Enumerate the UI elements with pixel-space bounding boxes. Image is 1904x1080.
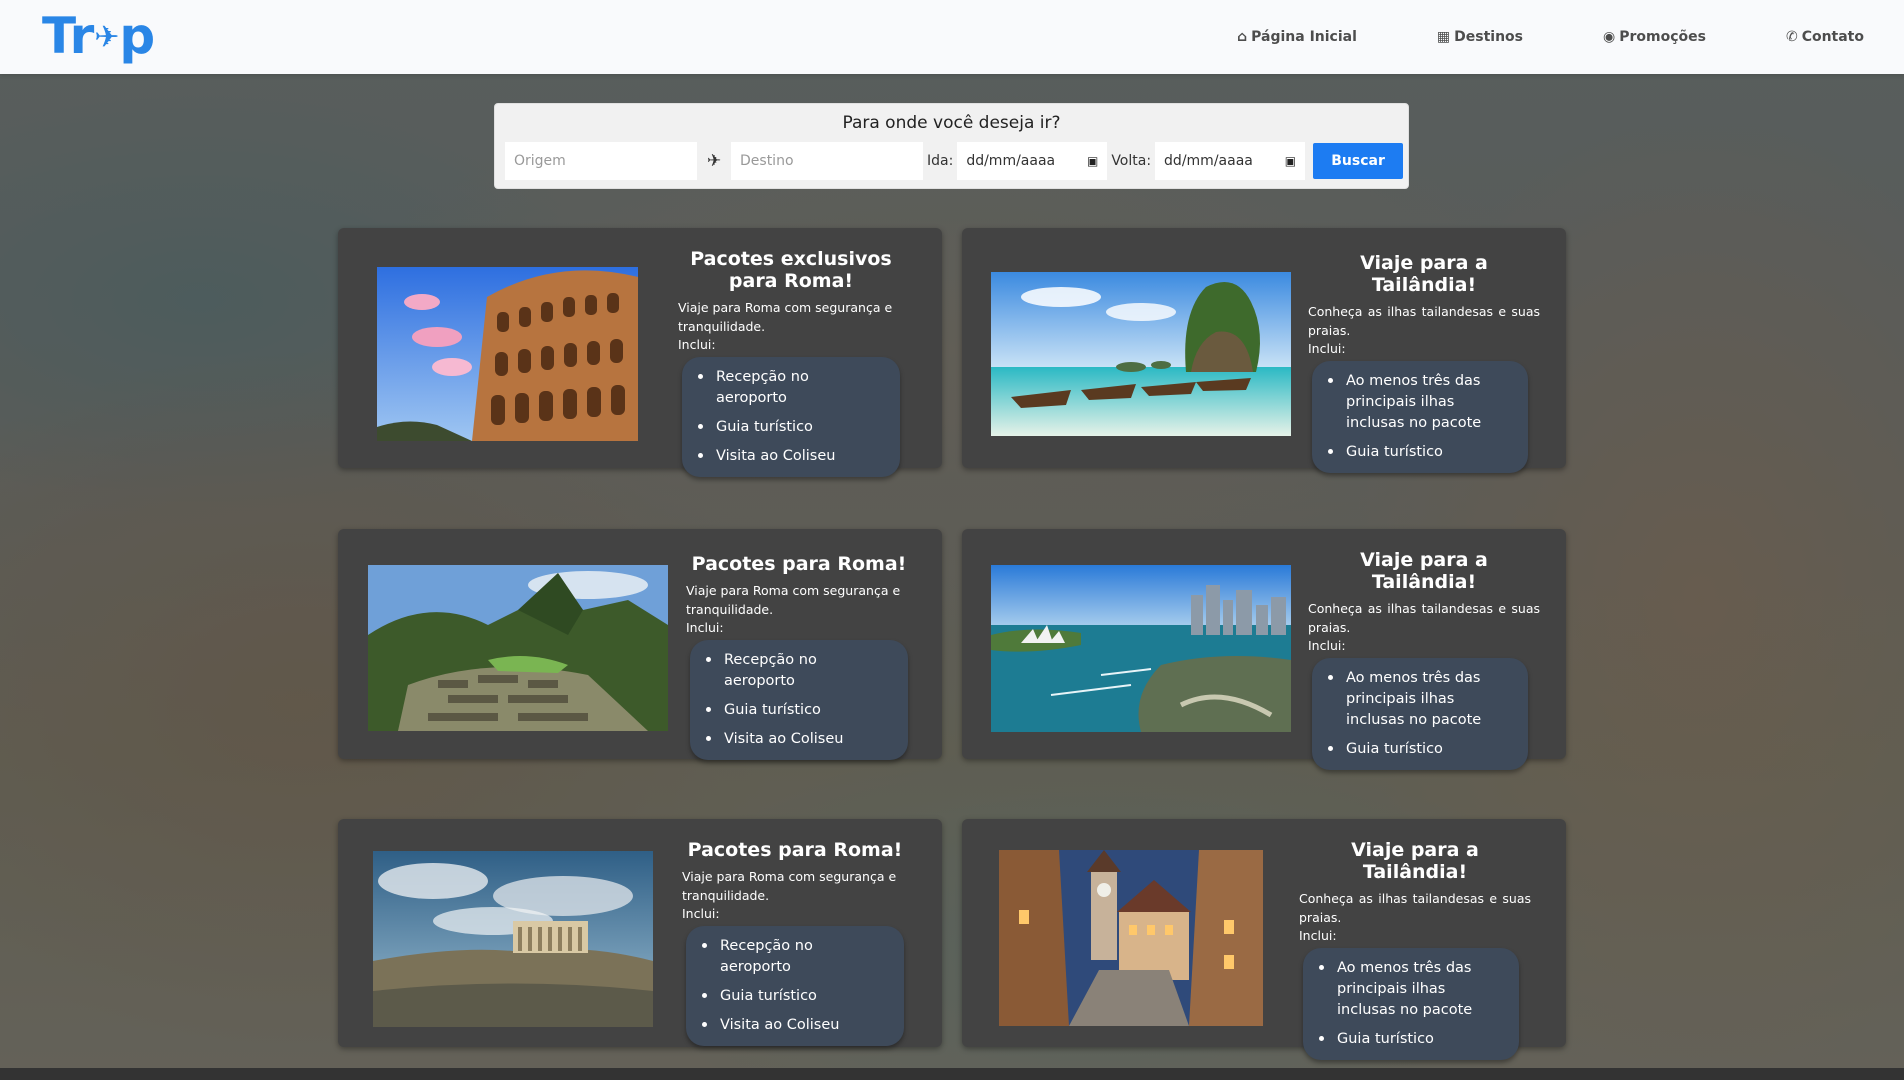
includes-list: Ao menos três das principais ilhas inclu… — [1303, 948, 1519, 1060]
includes-label: Inclui: — [1299, 928, 1337, 943]
includes-label: Inclui: — [678, 337, 716, 352]
includes-list: Ao menos três das principais ilhas inclu… — [1312, 361, 1528, 473]
card-title: Viaje para a Tailândia! — [1360, 252, 1488, 296]
ida-date-value: dd/mm/aaaa — [966, 153, 1056, 169]
package-card: Pacotes para Roma! Viaje para Roma com s… — [338, 819, 942, 1047]
home-icon: ⌂ — [1237, 29, 1248, 45]
nav-destinos-label: Destinos — [1454, 29, 1523, 45]
package-card: Pacotes para Roma! Viaje para Roma com s… — [338, 529, 942, 760]
card-description: Conheça as ilhas tailandesas e suas prai… — [1308, 304, 1540, 338]
list-item: Visita ao Coliseu — [702, 1011, 882, 1040]
includes-label: Inclui: — [1308, 638, 1346, 653]
nav-promocoes-label: Promoções — [1619, 29, 1706, 45]
includes-list: Ao menos três das principais ilhas inclu… — [1312, 658, 1528, 770]
ida-date-input[interactable]: dd/mm/aaaa ▣ — [957, 142, 1108, 180]
list-item: Guia turístico — [698, 413, 878, 442]
card-content: Pacotes para Roma! Viaje para Roma com s… — [686, 553, 912, 760]
calendar-icon[interactable]: ▣ — [1285, 154, 1296, 168]
list-item: Guia turístico — [706, 696, 886, 725]
nav-contato[interactable]: ✆ Contato — [1786, 29, 1864, 45]
includes-list: Recepção no aeroporto Guia turístico Vis… — [690, 640, 908, 760]
acropolis-photo — [373, 851, 653, 1027]
list-item: Guia turístico — [1328, 735, 1506, 764]
plane-icon: ✈ — [706, 151, 722, 171]
card-content: Pacotes para Roma! Viaje para Roma com s… — [682, 839, 908, 1046]
list-item: Guia turístico — [1328, 438, 1506, 467]
machu-picchu-photo — [368, 565, 668, 731]
search-row: Origem ✈ Destino Ida: dd/mm/aaaa ▣ Volta… — [505, 142, 1404, 180]
card-content: Viaje para a Tailândia! Conheça as ilhas… — [1299, 839, 1531, 1060]
thailand-beach-photo — [991, 272, 1291, 436]
card-description: Viaje para Roma com segurança e tranquil… — [678, 300, 893, 334]
trip-logo[interactable]: Tr✈p — [42, 6, 155, 66]
sydney-harbour-photo — [991, 565, 1291, 732]
search-title: Para onde você deseja ir? — [842, 113, 1061, 133]
destination-input[interactable]: Destino — [731, 142, 923, 180]
card-description: Conheça as ilhas tailandesas e suas prai… — [1299, 891, 1531, 925]
nav-home-label: Página Inicial — [1251, 29, 1357, 45]
list-item: Guia turístico — [702, 982, 882, 1011]
colosseum-photo — [377, 267, 638, 441]
card-description: Conheça as ilhas tailandesas e suas prai… — [1308, 601, 1540, 635]
card-content: Viaje para a Tailândia! Conheça as ilhas… — [1308, 549, 1540, 770]
list-item: Ao menos três das principais ilhas inclu… — [1328, 664, 1506, 735]
card-description: Viaje para Roma com segurança e tranquil… — [682, 869, 897, 903]
includes-list: Recepção no aeroporto Guia turístico Vis… — [682, 357, 900, 477]
card-title: Pacotes exclusivos para Roma! — [690, 248, 892, 292]
list-item: Ao menos três das principais ilhas inclu… — [1319, 954, 1497, 1025]
map-icon: ▦ — [1436, 29, 1451, 45]
list-item: Ao menos três das principais ilhas inclu… — [1328, 367, 1506, 438]
card-content: Pacotes exclusivos para Roma! Viaje para… — [678, 248, 904, 477]
list-item: Recepção no aeroporto — [706, 646, 886, 696]
rothenburg-street-photo — [999, 850, 1263, 1026]
package-card: Pacotes exclusivos para Roma! Viaje para… — [338, 228, 942, 477]
nav-destinos[interactable]: ▦ Destinos — [1437, 29, 1523, 45]
fire-icon: ◉ — [1603, 29, 1616, 45]
nav-home[interactable]: ⌂ Página Inicial — [1237, 29, 1357, 45]
includes-label: Inclui: — [686, 620, 724, 635]
phone-icon: ✆ — [1785, 29, 1798, 45]
search-button[interactable]: Buscar — [1313, 143, 1404, 179]
card-title: Viaje para a Tailândia! — [1351, 839, 1479, 883]
list-item: Visita ao Coliseu — [706, 725, 886, 754]
includes-list: Recepção no aeroporto Guia turístico Vis… — [686, 926, 904, 1046]
card-title: Pacotes para Roma! — [691, 553, 907, 575]
includes-label: Inclui: — [682, 906, 720, 921]
volta-date-input[interactable]: dd/mm/aaaa ▣ — [1155, 142, 1306, 180]
origin-input[interactable]: Origem — [505, 142, 697, 180]
footer-bar — [0, 1068, 1904, 1080]
package-card: Viaje para a Tailândia! Conheça as ilhas… — [962, 819, 1566, 1060]
list-item: Recepção no aeroporto — [698, 363, 878, 413]
nav-contato-label: Contato — [1801, 29, 1864, 45]
top-navbar: Tr✈p ⌂ Página Inicial ▦ Destinos ◉ Promo… — [0, 0, 1904, 74]
ida-label: Ida: — [927, 153, 954, 169]
card-title: Viaje para a Tailândia! — [1360, 549, 1488, 593]
volta-label: Volta: — [1111, 153, 1152, 169]
plane-logo-icon: ✈ — [94, 20, 119, 55]
calendar-icon[interactable]: ▣ — [1087, 154, 1098, 168]
package-card: Viaje para a Tailândia! Conheça as ilhas… — [962, 228, 1566, 473]
card-content: Viaje para a Tailândia! Conheça as ilhas… — [1308, 252, 1540, 473]
list-item: Recepção no aeroporto — [702, 932, 882, 982]
list-item: Visita ao Coliseu — [698, 442, 878, 471]
nav-promocoes[interactable]: ◉ Promoções — [1603, 29, 1706, 45]
card-description: Viaje para Roma com segurança e tranquil… — [686, 583, 901, 617]
includes-label: Inclui: — [1308, 341, 1346, 356]
list-item: Guia turístico — [1319, 1025, 1497, 1054]
package-card: Viaje para a Tailândia! Conheça as ilhas… — [962, 529, 1566, 770]
card-title: Pacotes para Roma! — [687, 839, 903, 861]
main-nav: ⌂ Página Inicial ▦ Destinos ◉ Promoções … — [1157, 0, 1864, 74]
search-panel: Para onde você deseja ir? Origem ✈ Desti… — [494, 103, 1409, 189]
volta-date-value: dd/mm/aaaa — [1164, 153, 1253, 169]
